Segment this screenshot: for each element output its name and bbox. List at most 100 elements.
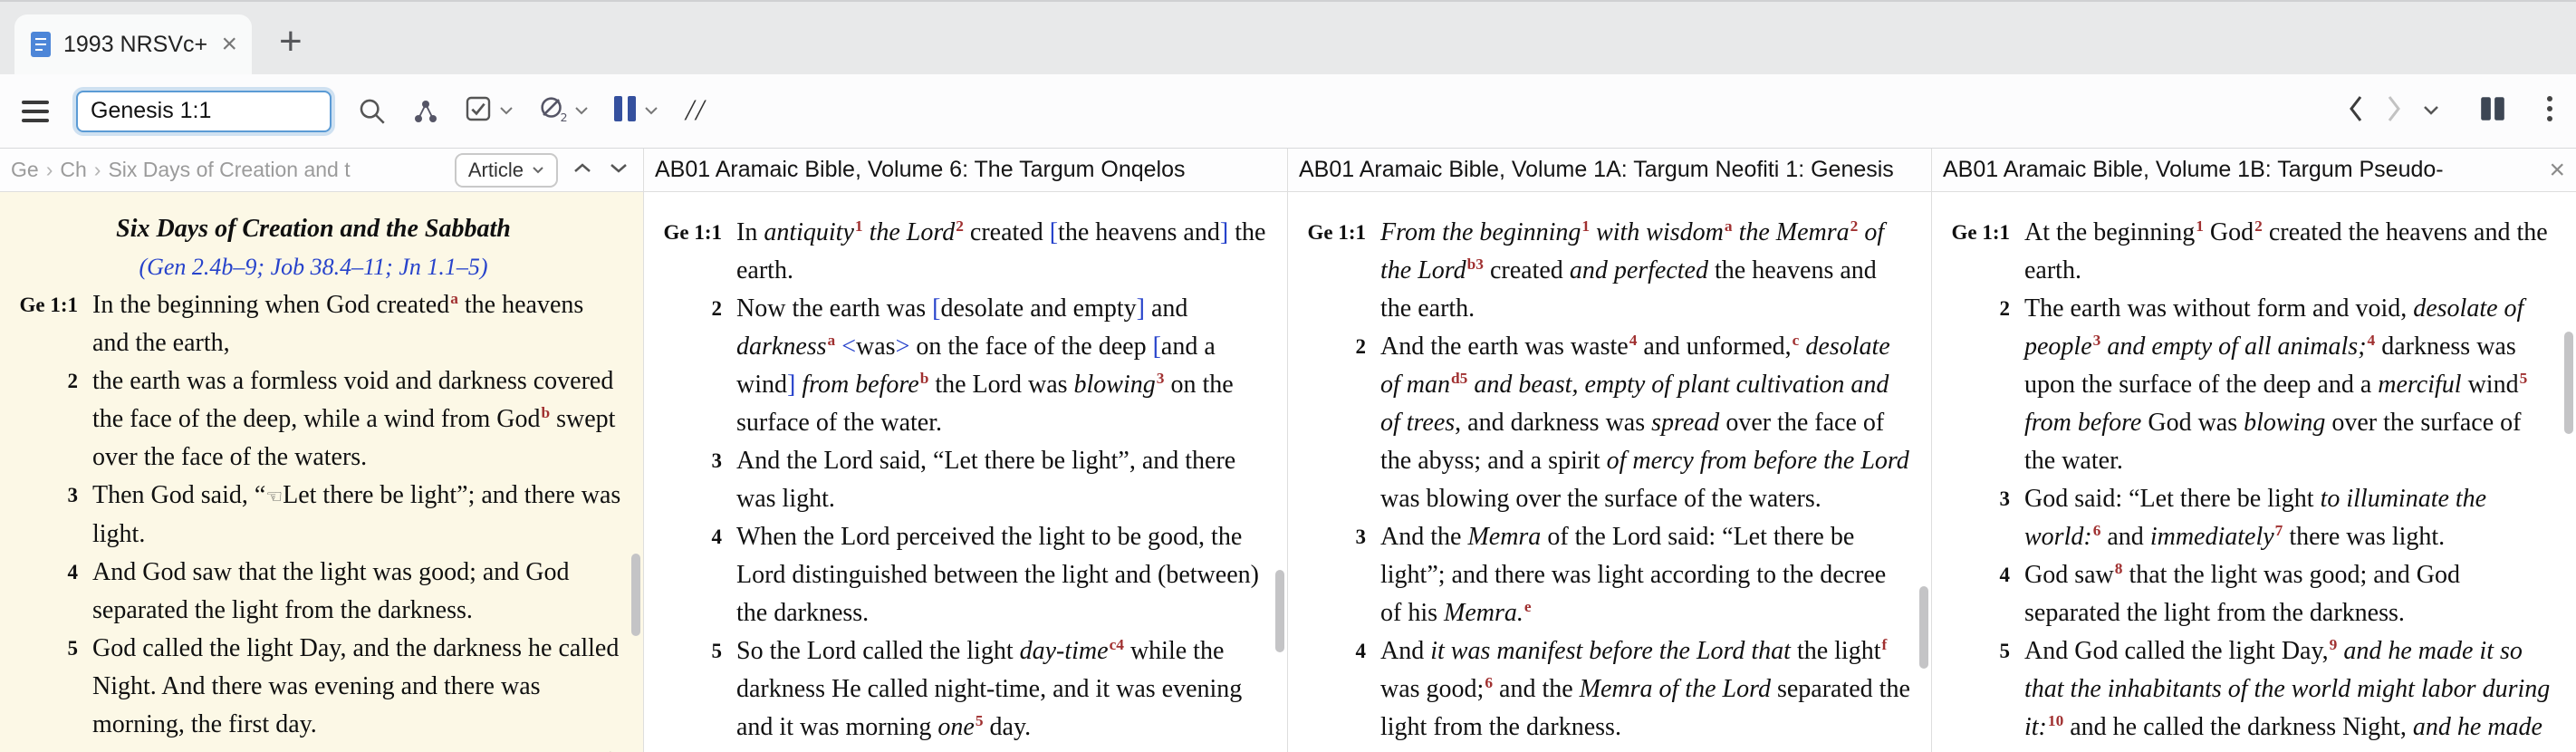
pane-layout-icon[interactable] — [2478, 94, 2507, 128]
back-button[interactable] — [2346, 93, 2366, 129]
verse-text: And the Memra of the Lord said: “Let the… — [1380, 523, 1887, 627]
verse: 5 And God called the light Day,9 and he m… — [1936, 632, 2556, 752]
breadcrumb-chapter[interactable]: Ch — [60, 158, 86, 182]
verse-number: 2 — [67, 370, 79, 392]
verse-text: Now the Lord said, “Let there be an expa… — [736, 747, 1267, 752]
breadcrumb: Ge › Ch › Six Days of Creation and t — [11, 158, 446, 182]
verse-number: 4 — [711, 525, 723, 548]
search-icon[interactable] — [357, 96, 388, 127]
pane-header-row: Ge › Ch › Six Days of Creation and t Art… — [0, 149, 2576, 192]
tab-title: 1993 NRSVc+ — [63, 31, 208, 57]
tab-bar: 1993 NRSVc+ × + — [0, 0, 2576, 74]
article-dropdown-label: Article — [467, 158, 524, 181]
verse-text: When the Lord perceived the light to be … — [736, 523, 1259, 627]
verse: 5 God called the light Day, and the darkn… — [4, 630, 623, 744]
verse-list: Ge 1:1 At the beginning1 God2 created the… — [1936, 214, 2556, 752]
verse-number: 5 — [1999, 640, 2011, 662]
pane-nrsv: Six Days of Creation and the Sabbath (Ge… — [0, 192, 644, 752]
verse-list: Ge 1:1 From the beginning1 with wisdoma t… — [1292, 214, 1911, 747]
verse-text: And the Lord said, “Let there be light”,… — [736, 447, 1236, 513]
reference-search-input[interactable] — [76, 90, 332, 132]
verse-number: 3 — [711, 449, 723, 472]
verse-text: Now the earth was [desolate and empty] a… — [736, 294, 1234, 437]
history-chevron-icon[interactable] — [2422, 103, 2440, 120]
parallel-panes-button[interactable] — [612, 94, 658, 128]
verse-number: 3 — [1999, 487, 2011, 510]
verse-number: 4 — [1355, 640, 1367, 662]
verse-number: 2 — [1999, 297, 2011, 320]
verse-text: Then God said, “☜Let there be light”; an… — [92, 481, 621, 548]
parallel-panes-icon — [612, 94, 638, 128]
verse-text: God said: “Let there be light to illumin… — [2024, 485, 2487, 551]
verse-text: The earth was without form and void, des… — [2024, 294, 2528, 475]
next-section-button[interactable] — [609, 162, 629, 178]
verse-list: Ge 1:1 In antiquity1 the Lord2 created [t… — [648, 214, 1267, 752]
article-dropdown[interactable]: Article — [454, 152, 558, 188]
verse: 2 And the earth was waste4 and unformed,c… — [1292, 328, 1911, 518]
parallel-references[interactable]: (Gen 2.4b–9; Job 38.4–11; Jn 1.1–5) — [4, 248, 623, 286]
verse-list: Ge 1:1 In the beginning when God createda… — [4, 286, 623, 752]
tab-close-icon[interactable]: × — [221, 31, 237, 58]
bible-text-icon — [29, 31, 53, 58]
breadcrumb-separator: › — [93, 158, 101, 181]
verse: 6And God said, “Let there be a dome in t… — [4, 744, 623, 752]
scrollbar-thumb[interactable] — [631, 554, 640, 636]
verse-number: 4 — [1999, 564, 2011, 586]
verse: Ge 1:1 From the beginning1 with wisdoma t… — [1292, 214, 1911, 328]
pane-title: AB01 Aramaic Bible, Volume 1B: Targum Ps… — [1943, 157, 2444, 182]
pane-header-onqelos: AB01 Aramaic Bible, Volume 6: The Targum… — [644, 149, 1288, 191]
scrollbar-thumb[interactable] — [2564, 332, 2573, 434]
verse: 3 And the Lord said, “Let there be light”… — [648, 442, 1267, 518]
scrollbar-thumb[interactable] — [1919, 586, 1928, 669]
verse-number: Ge 1:1 — [1307, 221, 1366, 244]
svg-text:2: 2 — [561, 111, 568, 124]
close-pane-button[interactable]: × — [2549, 156, 2565, 184]
verse: 2 The earth was without form and void, de… — [1936, 290, 2556, 480]
verse-text: In antiquity1 the Lord2 created [the hea… — [736, 217, 1266, 284]
verse-number: 3 — [67, 484, 79, 506]
checkbox-icon — [464, 94, 493, 128]
verse: 5 So the Lord called the light day-timec4… — [648, 632, 1267, 747]
previous-section-button[interactable] — [572, 162, 592, 178]
verse-number: 6 — [4, 744, 92, 752]
verse-text: God saw8 that the light was good; and Go… — [2024, 559, 2460, 627]
chevron-down-icon — [644, 103, 658, 120]
verse-text: the earth was a formless void and darkne… — [92, 367, 616, 471]
verse: 4 God saw8 that the light was good; and G… — [1936, 556, 2556, 632]
verse-number: Ge 1:1 — [1951, 221, 2010, 244]
pane-header-pseudo-jonathan: AB01 Aramaic Bible, Volume 1B: Targum Ps… — [1932, 149, 2576, 191]
verse-number: 3 — [1355, 525, 1367, 548]
verse-text: And the earth was waste4 and unformed,c … — [1380, 331, 1909, 513]
tab-1993-nrsvc[interactable]: 1993 NRSVc+ × — [14, 14, 252, 74]
pane-title: AB01 Aramaic Bible, Volume 6: The Targum… — [655, 157, 1186, 182]
verse-number: 5 — [711, 640, 723, 662]
verse-number: 6 — [648, 747, 736, 752]
text-display-settings-button[interactable] — [464, 94, 514, 128]
strike-differences-icon: 2 — [537, 93, 568, 129]
pane-targum-pseudo-jonathan: Ge 1:1 At the beginning1 God2 created the… — [1932, 192, 2576, 752]
scrollbar-thumb[interactable] — [1275, 570, 1284, 652]
menu-icon[interactable] — [22, 100, 49, 122]
verse: 3 Then God said, “☜Let there be light”; a… — [4, 477, 623, 554]
verse: Ge 1:1 In the beginning when God createda… — [4, 286, 623, 362]
verse-text: At the beginning1 God2 created the heave… — [2024, 217, 2548, 284]
more-options-icon[interactable] — [2545, 93, 2554, 129]
verse: 3 And the Memra of the Lord said: “Let th… — [1292, 518, 1911, 632]
pane-header-neofiti: AB01 Aramaic Bible, Volume 1A: Targum Ne… — [1288, 149, 1932, 191]
breadcrumb-section[interactable]: Six Days of Creation and t — [108, 158, 350, 182]
section-heading: Six Days of Creation and the Sabbath — [116, 215, 511, 243]
forward-button[interactable] — [2384, 93, 2404, 129]
verse-text: And God saw that the light was good; and… — [92, 558, 570, 624]
new-tab-button[interactable]: + — [279, 22, 303, 62]
verse-text: And God called the light Day,9 and he ma… — [2024, 635, 2551, 752]
compare-differences-button[interactable]: 2 — [537, 93, 589, 129]
breadcrumb-book[interactable]: Ge — [11, 158, 39, 182]
verse: 4 And it was manifest before the Lord tha… — [1292, 632, 1911, 747]
details-cluster-icon[interactable] — [411, 97, 440, 126]
breadcrumb-cell: Ge › Ch › Six Days of Creation and t Art… — [0, 149, 644, 191]
add-parallel-button[interactable]: // — [686, 94, 706, 128]
verse-number: 2 — [1355, 335, 1367, 358]
chevron-down-icon — [499, 103, 514, 120]
breadcrumb-separator: › — [45, 158, 53, 181]
verse-number: 5 — [67, 637, 79, 660]
